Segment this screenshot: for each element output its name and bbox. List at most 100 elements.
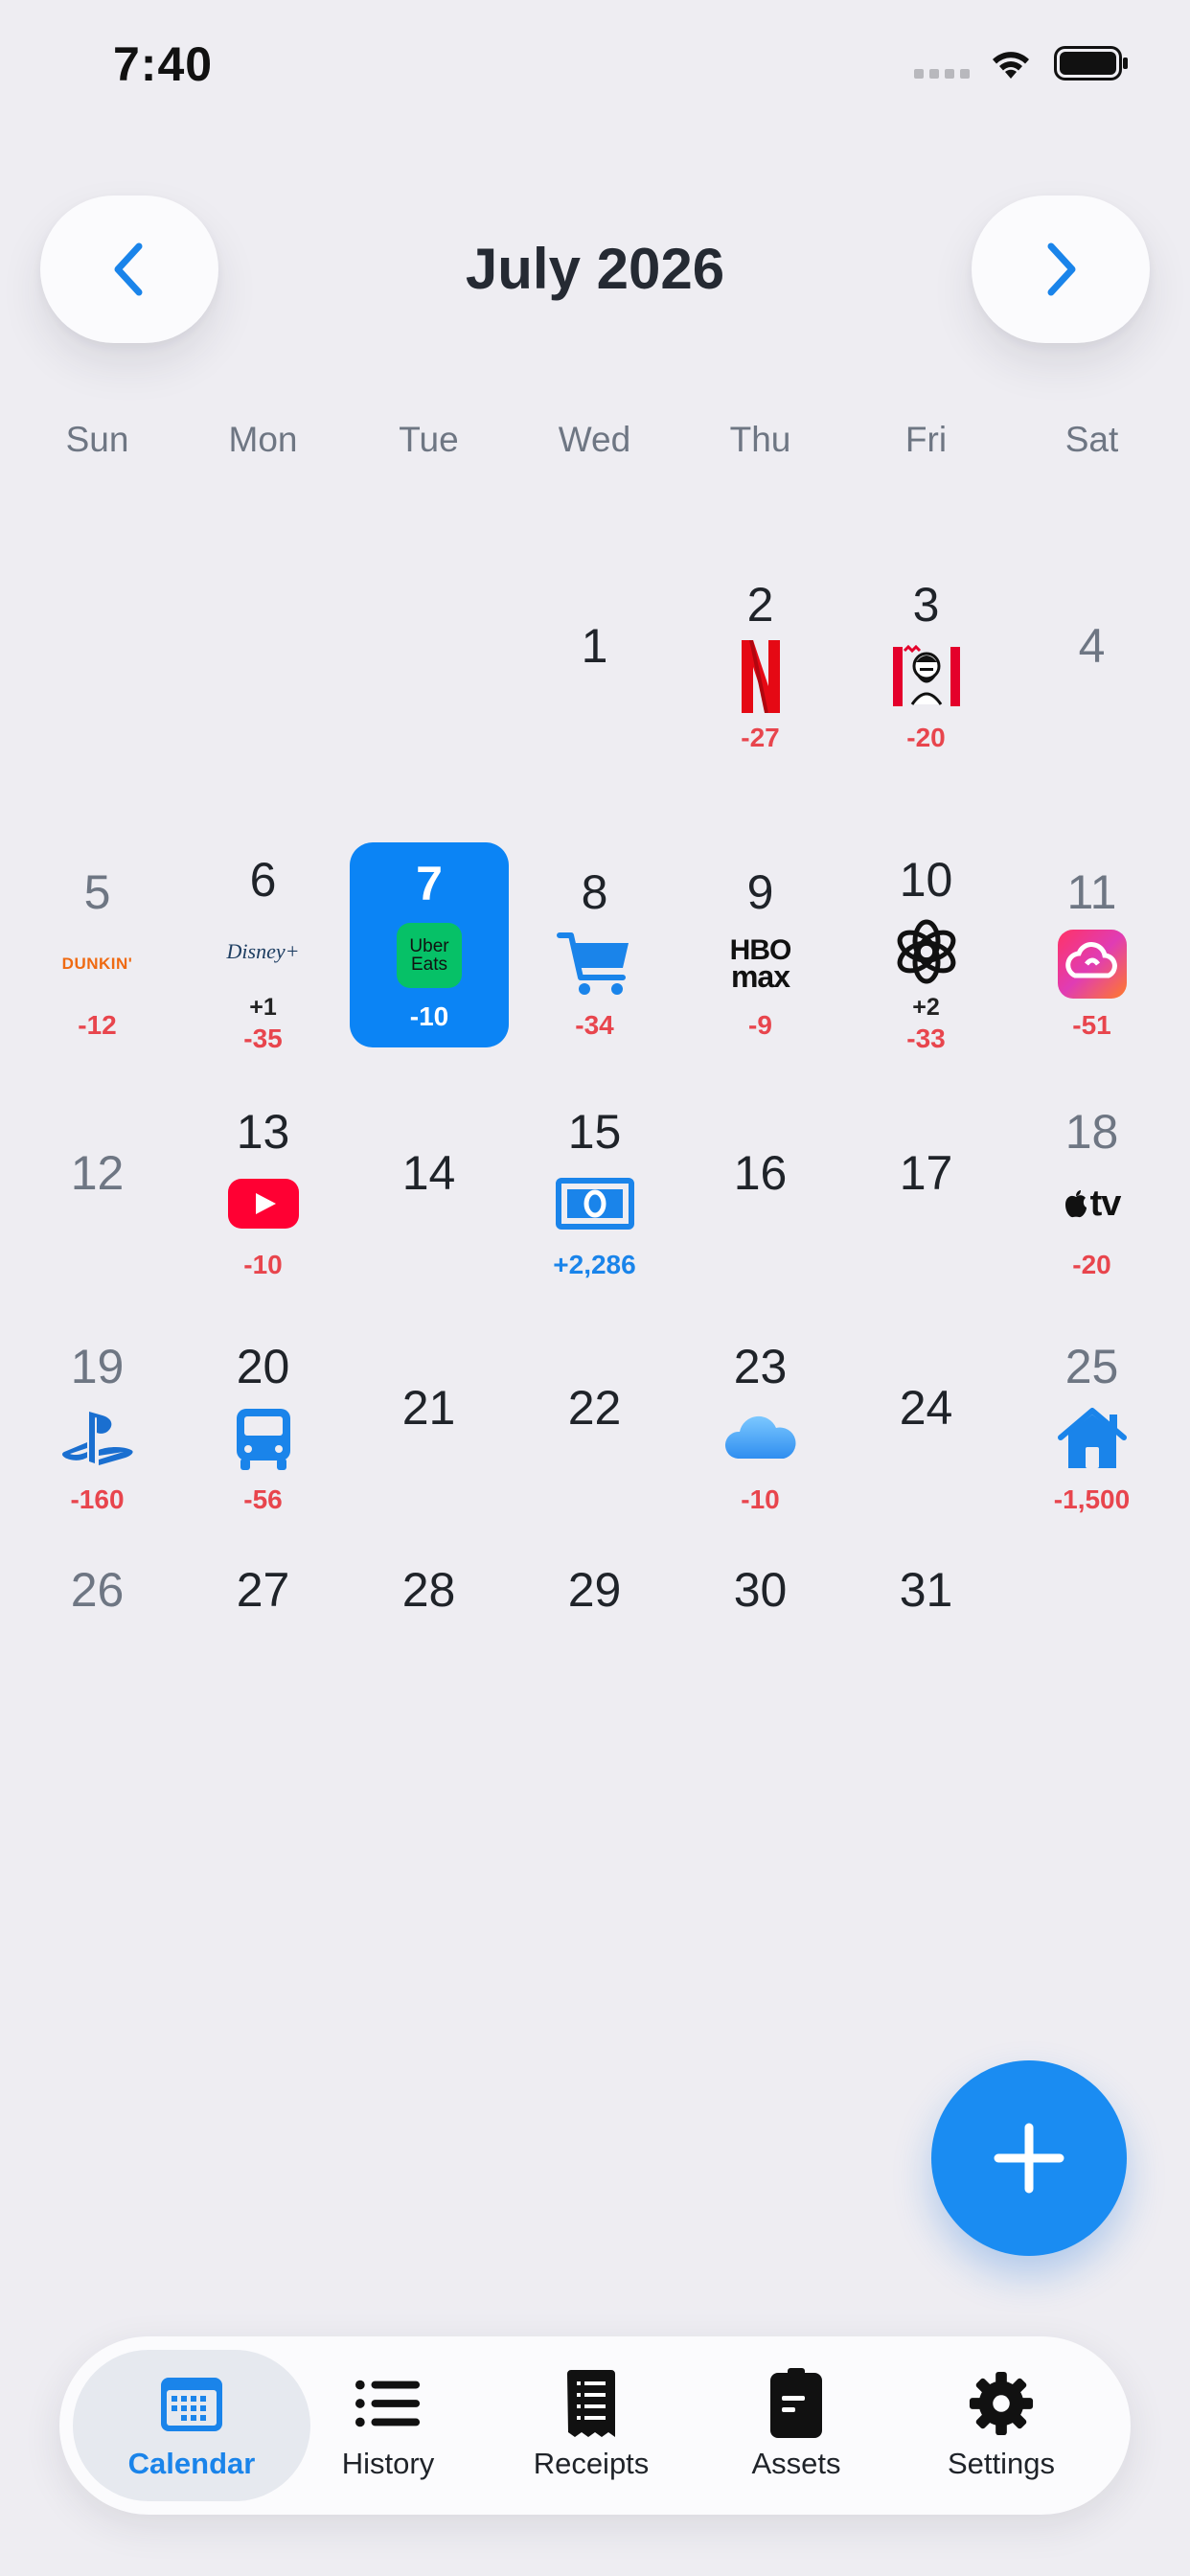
weekday-label-wed: Wed bbox=[558, 420, 631, 459]
calendar-day-10[interactable]: 10 +2 -33 bbox=[843, 856, 1009, 1054]
day-number: 6 bbox=[249, 852, 277, 907]
calendar-day-24[interactable]: 24 bbox=[843, 1384, 1009, 1432]
calendar-day-9[interactable]: 9 HBO max -9 bbox=[677, 868, 843, 1041]
calendar-day-1[interactable]: 1 bbox=[512, 622, 677, 670]
day-number: 26 bbox=[70, 1563, 125, 1617]
tab-history[interactable]: History bbox=[286, 2350, 491, 2501]
calendar-day-8[interactable]: 8 -34 bbox=[512, 868, 677, 1041]
shopping-cart-icon bbox=[552, 926, 638, 1002]
calendar-day-20[interactable]: 20 -56 bbox=[180, 1343, 346, 1515]
calendar-day-18[interactable]: 18 tv -20 bbox=[1009, 1108, 1175, 1280]
day-amount: -1,500 bbox=[1053, 1484, 1131, 1514]
weekday-label-tue: Tue bbox=[399, 420, 459, 459]
calendar-day-12[interactable]: 12 bbox=[14, 1149, 180, 1197]
card-icon bbox=[763, 2368, 830, 2438]
calendar-day-6[interactable]: 6 Disney+ +1 -35 bbox=[180, 856, 346, 1054]
playstation-icon bbox=[55, 1400, 141, 1477]
tab-label: History bbox=[341, 2447, 435, 2480]
day-number: 16 bbox=[733, 1146, 788, 1200]
day-number: 13 bbox=[236, 1105, 290, 1159]
plus-icon bbox=[994, 2123, 1064, 2194]
calendar-day-26[interactable]: 26 bbox=[14, 1566, 180, 1614]
calendar-day-23[interactable]: 23 -10 bbox=[677, 1343, 843, 1515]
calendar-grid: 1 2 -27 3 -20 4 5 DUNKIN' -12 6 Disney+ +1 -35 7 Uber E… bbox=[14, 537, 1176, 1687]
calendar-day-27[interactable]: 27 bbox=[180, 1566, 346, 1614]
calendar-day-14[interactable]: 14 bbox=[346, 1149, 512, 1197]
day-number: 17 bbox=[899, 1146, 953, 1200]
uber-eats-logo-text: Uber Eats bbox=[397, 923, 462, 988]
hbo-max-icon: HBO max bbox=[718, 926, 804, 1002]
disney-logo-text: Disney+ bbox=[226, 938, 300, 963]
calendar-day-29[interactable]: 29 bbox=[512, 1566, 677, 1614]
calendar-day-16[interactable]: 16 bbox=[677, 1149, 843, 1197]
gear-icon bbox=[968, 2370, 1035, 2437]
openai-icon bbox=[883, 913, 970, 990]
add-transaction-button[interactable] bbox=[931, 2060, 1127, 2256]
day-number: 25 bbox=[1064, 1340, 1119, 1393]
weekday-header-row: Sun Mon Tue Wed Thu Fri Sat bbox=[14, 420, 1176, 468]
calendar-day-5[interactable]: 5 DUNKIN' -12 bbox=[14, 868, 180, 1041]
calendar-day-22[interactable]: 22 bbox=[512, 1384, 677, 1432]
tab-label: Calendar bbox=[127, 2447, 256, 2480]
dunkin-icon: DUNKIN' bbox=[55, 926, 141, 1002]
weekday-label-thu: Thu bbox=[729, 420, 791, 459]
day-number: 2 bbox=[746, 578, 774, 632]
calendar-day-11[interactable]: 11 -51 bbox=[1009, 868, 1175, 1041]
tab-label: Settings bbox=[947, 2447, 1055, 2480]
calendar-day-3[interactable]: 3 -20 bbox=[843, 581, 1009, 753]
day-amount: +2,286 bbox=[553, 1250, 636, 1279]
day-number: 12 bbox=[70, 1146, 125, 1200]
tab-calendar[interactable]: Calendar bbox=[73, 2350, 310, 2501]
calendar-day-13[interactable]: 13 -10 bbox=[180, 1108, 346, 1280]
netflix-icon bbox=[718, 638, 804, 715]
day-amount: -34 bbox=[575, 1010, 614, 1040]
tab-assets[interactable]: Assets bbox=[694, 2350, 899, 2501]
tab-label: Assets bbox=[751, 2447, 841, 2480]
day-number: 5 bbox=[83, 865, 111, 919]
tab-bar: Calendar History Receipts Assets Settings bbox=[59, 2336, 1131, 2515]
calendar-day-17[interactable]: 17 bbox=[843, 1149, 1009, 1197]
receipt-icon bbox=[558, 2370, 625, 2437]
day-number: 4 bbox=[1078, 619, 1106, 673]
tab-settings[interactable]: Settings bbox=[899, 2350, 1104, 2501]
calendar-day-7[interactable]: 7 Uber Eats -10 bbox=[350, 842, 509, 1047]
day-number: 29 bbox=[567, 1563, 622, 1617]
calendar-day-4[interactable]: 4 bbox=[1009, 622, 1175, 670]
apple-tv-icon: tv bbox=[1049, 1165, 1135, 1242]
apple-tv-logo: tv bbox=[1064, 1184, 1121, 1225]
weekday-label-fri: Fri bbox=[904, 420, 948, 459]
calendar-day-15[interactable]: 15 +2,286 bbox=[512, 1108, 677, 1280]
calendar-day-2[interactable]: 2 -27 bbox=[677, 581, 843, 753]
day-number: 24 bbox=[899, 1381, 953, 1435]
calendar-day-28[interactable]: 28 bbox=[346, 1566, 512, 1614]
day-amount: -33 bbox=[906, 1023, 946, 1053]
day-number: 11 bbox=[1066, 865, 1117, 919]
next-month-button[interactable] bbox=[972, 196, 1150, 343]
day-amount: -10 bbox=[243, 1250, 283, 1279]
day-amount: -9 bbox=[748, 1010, 772, 1040]
calendar-day-19[interactable]: 19 -160 bbox=[14, 1343, 180, 1515]
banknote-icon bbox=[552, 1165, 638, 1242]
day-number: 20 bbox=[236, 1340, 290, 1393]
tab-receipts[interactable]: Receipts bbox=[489, 2350, 694, 2501]
battery-icon bbox=[1054, 46, 1128, 80]
day-amount: -51 bbox=[1072, 1010, 1111, 1040]
chevron-right-icon bbox=[1047, 242, 1076, 296]
calendar-day-25[interactable]: 25 -1,500 bbox=[1009, 1343, 1175, 1515]
weekday-label-mon: Mon bbox=[228, 420, 298, 459]
apple-tv-text: tv bbox=[1089, 1183, 1122, 1224]
weekday-label-sat: Sat bbox=[1064, 420, 1119, 459]
dunkin-logo-text: DUNKIN' bbox=[61, 954, 133, 973]
day-number: 10 bbox=[899, 852, 953, 907]
calendar-day-31[interactable]: 31 bbox=[843, 1566, 1009, 1614]
calendar-day-30[interactable]: 30 bbox=[677, 1566, 843, 1614]
icloud-icon bbox=[718, 1400, 804, 1477]
day-number: 19 bbox=[70, 1340, 125, 1393]
cellular-signal-icon bbox=[914, 69, 970, 79]
calendar-day-21[interactable]: 21 bbox=[346, 1384, 512, 1432]
kfc-icon bbox=[883, 638, 970, 715]
wifi-icon bbox=[993, 52, 1029, 79]
hbo-max-logo-text: HBO max bbox=[729, 934, 792, 995]
day-number: 22 bbox=[567, 1381, 622, 1435]
day-amount: -56 bbox=[243, 1484, 283, 1514]
